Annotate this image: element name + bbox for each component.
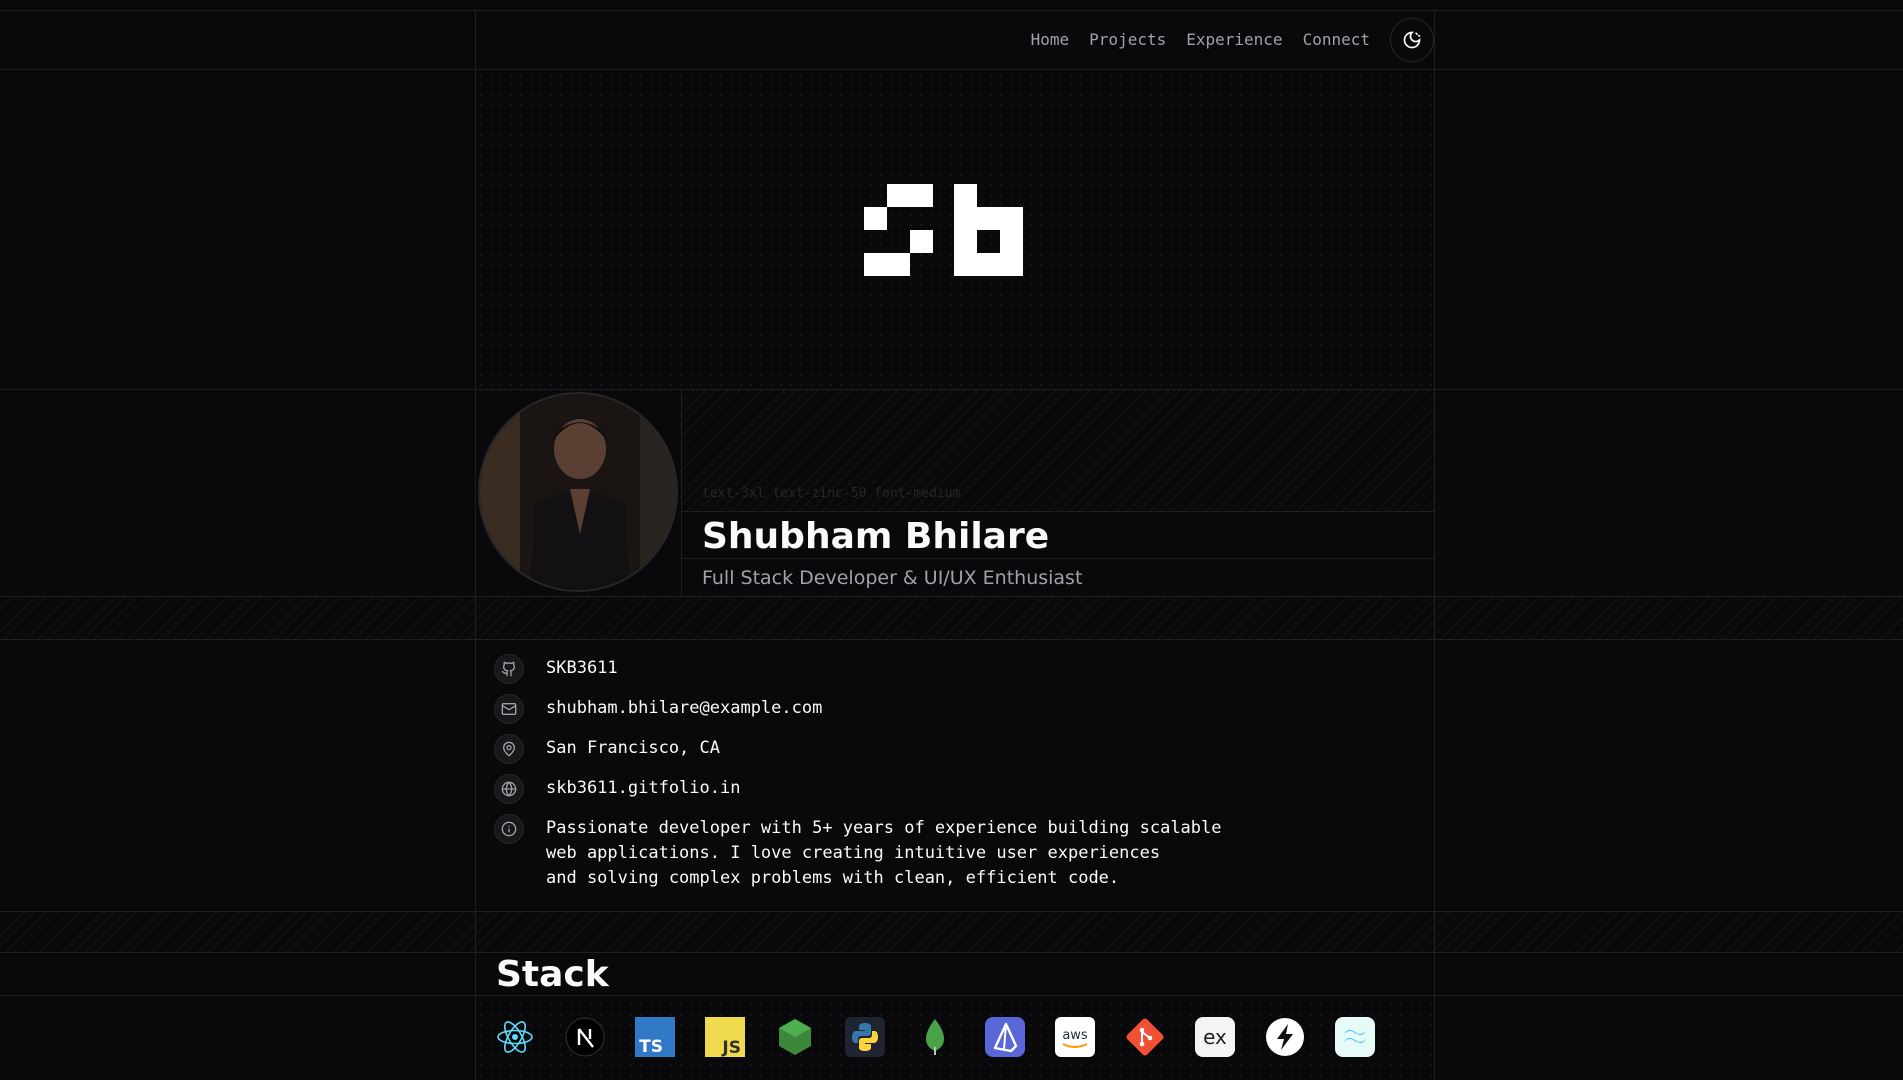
top-nav: Home Projects Experience Connect	[476, 10, 1434, 69]
mongodb-icon	[915, 1017, 955, 1057]
class-hint-text: text-3xl text-zinc-50 font-medium	[702, 486, 961, 501]
info-item-location: San Francisco, CA	[494, 734, 720, 764]
theme-toggle-icon	[1403, 31, 1421, 48]
react-icon	[495, 1017, 535, 1057]
svg-text:aws: aws	[1062, 1028, 1088, 1043]
prisma-icon	[985, 1017, 1025, 1057]
info-icon	[494, 814, 524, 844]
profile-name: Shubham Bhilare	[702, 516, 1050, 557]
svg-text:ex: ex	[1203, 1025, 1227, 1049]
avatar-photo	[480, 394, 676, 590]
website-link: skb3611.gitfolio.in	[546, 778, 741, 798]
map-pin-icon	[494, 734, 524, 764]
divider-band	[0, 596, 1903, 640]
bio-line: web applications. I love creating intuit…	[546, 843, 1161, 863]
email-address: shubham.bhilare@example.com	[546, 698, 823, 718]
github-icon	[494, 654, 524, 684]
python-icon	[845, 1017, 885, 1057]
avatar	[478, 392, 678, 592]
nav-link-projects[interactable]: Projects	[1089, 30, 1166, 49]
profile-role: Full Stack Developer & UI/UX Enthusiast	[702, 567, 1083, 589]
mail-icon	[494, 694, 524, 724]
profile-section: text-3xl text-zinc-50 font-medium Shubha…	[476, 390, 1434, 596]
nav-link-experience[interactable]: Experience	[1186, 30, 1282, 49]
git-icon	[1125, 1017, 1165, 1057]
info-item-bio: Passionate developer with 5+ years of ex…	[494, 814, 1222, 891]
express-icon: ex	[1195, 1017, 1235, 1057]
vercel-icon	[1265, 1017, 1305, 1057]
divider-band	[0, 911, 1903, 953]
nav-link-home[interactable]: Home	[1031, 30, 1070, 49]
hero-section	[476, 70, 1434, 389]
nav-link-connect[interactable]: Connect	[1303, 30, 1370, 49]
location-text: San Francisco, CA	[546, 738, 720, 758]
info-item-github[interactable]: SKB3611	[494, 654, 618, 684]
nodejs-icon	[775, 1017, 815, 1057]
sb-logo	[864, 184, 1023, 276]
typescript-icon: TS	[635, 1017, 675, 1057]
theme-toggle-button[interactable]	[1390, 17, 1434, 62]
aws-icon: aws	[1055, 1017, 1095, 1057]
bio-line: and solving complex problems with clean,…	[546, 868, 1120, 888]
svg-text:JS: JS	[721, 1038, 741, 1057]
javascript-icon: JS	[705, 1017, 745, 1057]
nextjs-icon	[565, 1017, 605, 1057]
tech-stack-row: TS JS aws ex	[476, 1000, 1434, 1080]
info-item-website[interactable]: skb3611.gitfolio.in	[494, 774, 740, 804]
github-username: SKB3611	[546, 658, 618, 678]
bio-text: Passionate developer with 5+ years of ex…	[546, 816, 1222, 891]
tailwind-icon	[1335, 1017, 1375, 1057]
svg-text:TS: TS	[639, 1037, 663, 1057]
globe-icon	[494, 774, 524, 804]
name-row: Shubham Bhilare	[682, 511, 1434, 559]
stack-heading: Stack	[496, 954, 609, 995]
info-item-email[interactable]: shubham.bhilare@example.com	[494, 694, 822, 724]
avatar-container	[476, 390, 682, 596]
bio-line: Passionate developer with 5+ years of ex…	[546, 818, 1222, 838]
